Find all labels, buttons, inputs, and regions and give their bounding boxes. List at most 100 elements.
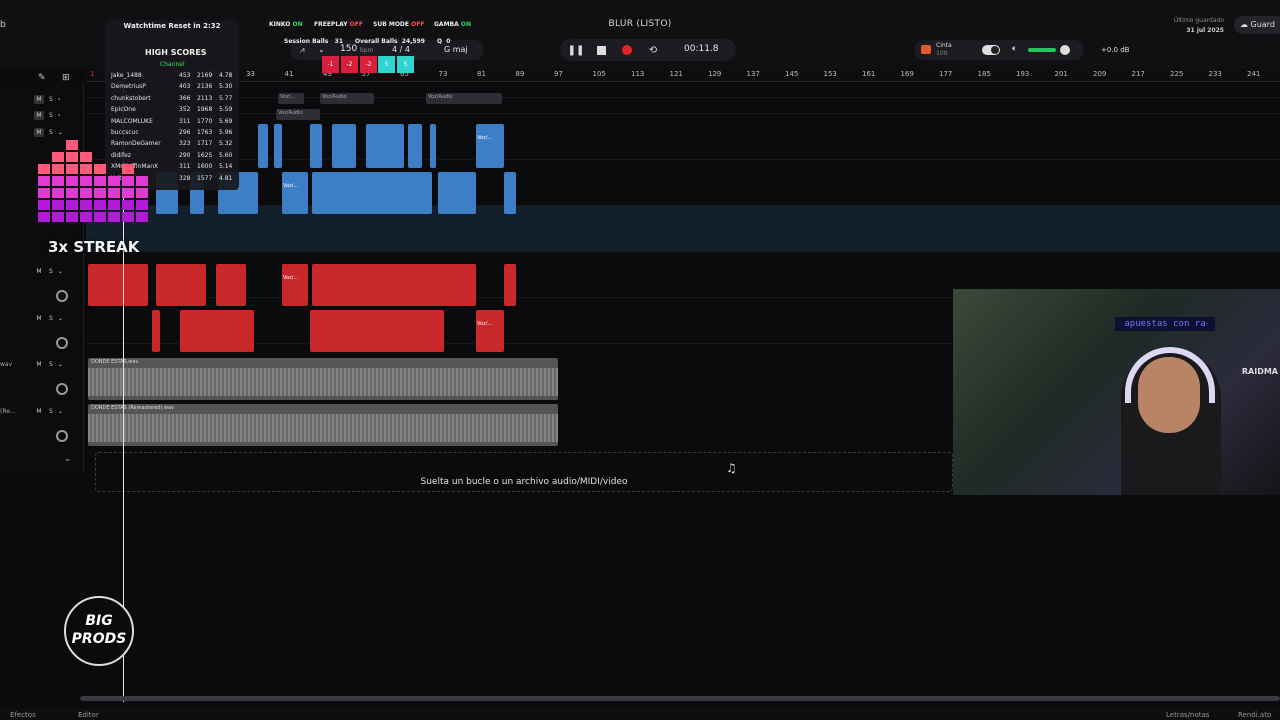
chevron-right-icon[interactable]: › [58, 112, 60, 119]
eq-block [52, 152, 64, 162]
chevron-right-icon[interactable]: › [58, 96, 60, 103]
clip-red[interactable] [152, 310, 160, 352]
solo-button[interactable]: S [46, 95, 56, 104]
save-button[interactable]: ☁ Guard [1234, 16, 1280, 34]
horizontal-scrollbar[interactable] [80, 696, 1280, 701]
clip-voz-red[interactable]: Voz/... [476, 310, 504, 352]
eq-block [122, 200, 134, 210]
eq-block [108, 212, 120, 222]
score-row: DemetriusP 403 2136 5.30 [111, 83, 239, 94]
last-saved: Último guardado 31 jul 2025 [1174, 16, 1224, 36]
mute-button[interactable]: M [34, 128, 44, 137]
clip-voz-red[interactable]: Voz/... [282, 264, 308, 306]
solo-button[interactable]: S [46, 314, 56, 323]
pause-icon[interactable]: ❚❚ [568, 43, 585, 57]
drop-zone[interactable]: ♫ Suelta un bucle o un archivo audio/MID… [95, 452, 953, 492]
pan-knob[interactable] [56, 430, 68, 442]
score-name: buccscuc [111, 129, 139, 136]
solo-button[interactable]: S [46, 407, 56, 416]
volume-slider[interactable] [1060, 45, 1070, 55]
clip-voz-blue[interactable]: Voz/... [476, 124, 504, 168]
key-signature[interactable]: G maj [444, 45, 468, 54]
solo-button[interactable]: S [46, 360, 56, 369]
score-c: 4.81 [219, 174, 233, 182]
mute-button[interactable]: M [34, 314, 44, 323]
chevron-down-icon[interactable]: ⌄ [64, 454, 72, 464]
clip-red[interactable] [156, 264, 206, 306]
stop-icon[interactable] [594, 43, 608, 57]
track-8-label: wav [0, 361, 13, 368]
clip-blue[interactable] [438, 172, 476, 214]
cinta-toggle[interactable] [982, 45, 1000, 55]
loop-icon[interactable]: ⟲ [646, 43, 660, 57]
clip-voz-audio[interactable]: Voz/Audio [320, 93, 374, 104]
audio-clip-1-label: DONDE ESTAS.wav [91, 359, 139, 365]
clip-blue[interactable] [258, 124, 268, 168]
clip-voz-audio[interactable]: Voz/Audio [426, 93, 502, 104]
effects-tab[interactable]: Efectos [10, 711, 36, 719]
clip-blue[interactable] [274, 124, 282, 168]
clip-red[interactable] [504, 264, 516, 306]
clip-red[interactable] [88, 264, 148, 306]
audio-clip-1[interactable]: DONDE ESTAS.wav [88, 358, 558, 400]
metronome-icon[interactable]: ⩘ [300, 45, 305, 55]
pan-knob[interactable] [56, 337, 68, 349]
lyrics-tab[interactable]: Letras/notas [1166, 711, 1209, 719]
right-tab[interactable]: Rendi.ato [1238, 711, 1271, 719]
track-9-label: (Re... [0, 408, 16, 415]
mute-button[interactable]: M [34, 407, 44, 416]
pan-knob[interactable] [56, 290, 68, 302]
chevron-down-icon[interactable]: ⌄ [58, 361, 63, 368]
channel-label: Channel [160, 61, 185, 68]
mute-button[interactable]: M [34, 111, 44, 120]
clip-blue[interactable] [310, 124, 322, 168]
solo-button[interactable]: S [46, 267, 56, 276]
mute-button[interactable]: M [34, 267, 44, 276]
clip-blue[interactable] [504, 172, 516, 214]
clip-blue[interactable] [430, 124, 436, 168]
clip-voz-blue[interactable]: Voz/... [282, 172, 308, 214]
tile: -2 [360, 56, 377, 73]
clip-blue[interactable] [332, 124, 356, 168]
clip-red[interactable] [310, 310, 444, 352]
transport-bar: ❚❚ ⟲ 00:11.8 [560, 39, 736, 61]
cinta-control[interactable]: Cinta 100 [936, 42, 952, 58]
chevron-down-icon[interactable]: ⌄ [58, 129, 63, 136]
pan-knob[interactable] [56, 383, 68, 395]
eq-block [66, 176, 78, 186]
ruler-mark: 177 [939, 70, 953, 78]
clip-blue[interactable] [312, 172, 432, 214]
eq-block [66, 212, 78, 222]
clip-red[interactable] [216, 264, 246, 306]
editor-tab[interactable]: Editor [78, 711, 99, 719]
eq-block [38, 200, 50, 210]
timeline-ruler[interactable]: 1 17253341495765738189971051131211291371… [86, 68, 1280, 82]
eq-block [122, 212, 134, 222]
clip-voz-audio[interactable]: Voz/Audio [276, 109, 320, 120]
speaker-icon[interactable]: 🔈︎ [1012, 44, 1017, 54]
save-button-label: Guard [1250, 20, 1275, 29]
chevron-down-icon[interactable]: ⌄ [58, 315, 63, 322]
clip-red[interactable] [180, 310, 254, 352]
mute-button[interactable]: M [34, 360, 44, 369]
audio-clip-2[interactable]: DONDE ESTAS (Remastered).wav [88, 404, 558, 446]
clip-voz[interactable]: Voz/... [278, 93, 304, 104]
headset [1125, 347, 1215, 403]
chevron-down-icon[interactable]: ⌄ [58, 408, 63, 415]
score-c: 5.69 [219, 117, 233, 125]
cloud-icon: ☁ [1240, 20, 1248, 29]
chevron-down-icon[interactable]: ⌄ [58, 268, 63, 275]
score-c: 5.60 [219, 151, 233, 159]
chevron-down-icon[interactable]: ⌄ [318, 45, 325, 54]
bpm-value[interactable]: 150 [340, 44, 357, 54]
record-icon[interactable] [620, 43, 634, 57]
logo-line-2: PRODS [71, 631, 127, 647]
music-note-icon: ♫ [726, 461, 737, 475]
solo-button[interactable]: S [46, 128, 56, 137]
clip-blue[interactable] [408, 124, 422, 168]
solo-button[interactable]: S [46, 111, 56, 120]
clip-blue[interactable] [366, 124, 404, 168]
clip-red[interactable] [312, 264, 476, 306]
mute-button[interactable]: M [34, 95, 44, 104]
time-signature[interactable]: 4 / 4 [392, 45, 410, 54]
